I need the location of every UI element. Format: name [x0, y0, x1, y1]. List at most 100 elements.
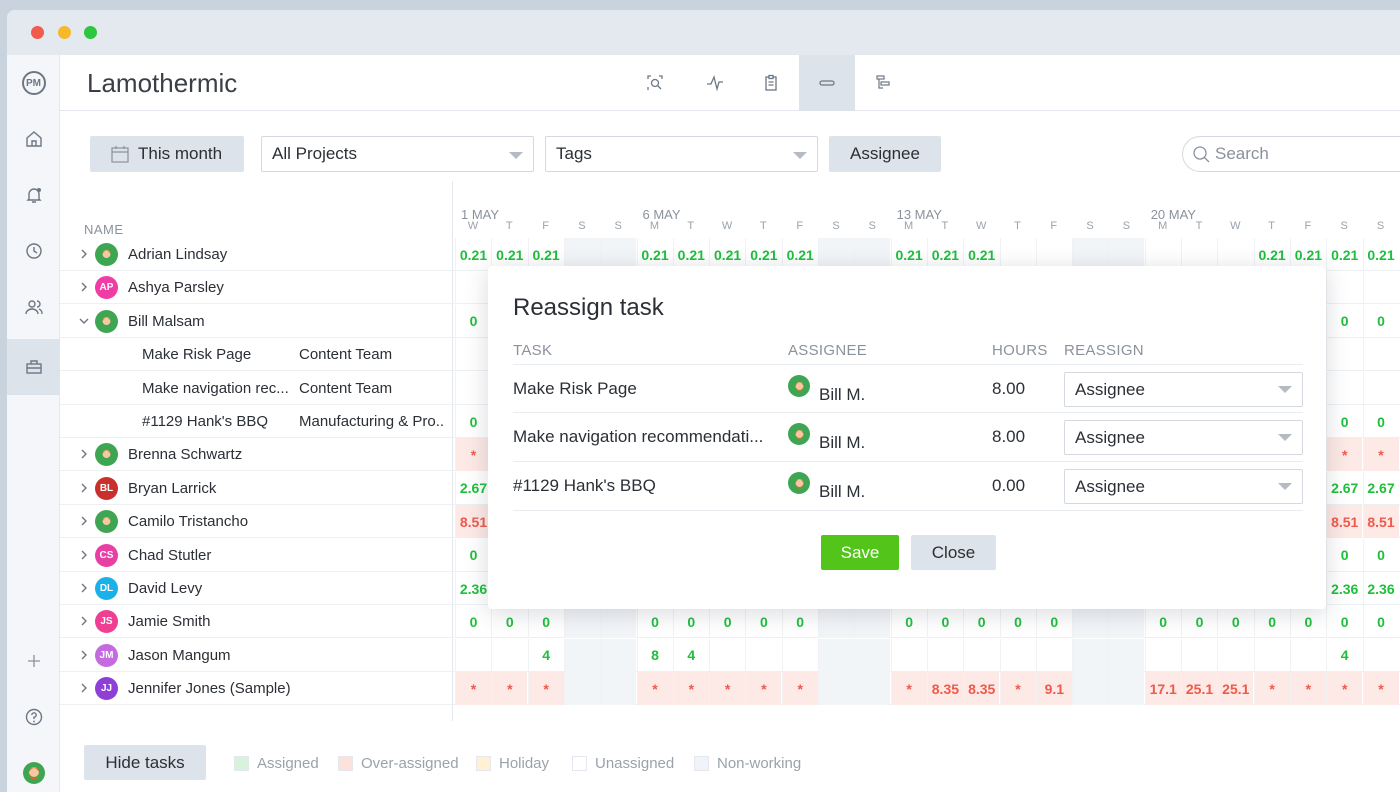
- workload-cell[interactable]: *: [527, 672, 564, 706]
- workload-cell[interactable]: *: [890, 672, 927, 706]
- activity-icon[interactable]: [687, 55, 743, 111]
- workload-cell[interactable]: *: [781, 672, 818, 706]
- workload-cell[interactable]: [1072, 672, 1109, 706]
- workload-cell[interactable]: 0: [455, 405, 491, 438]
- workload-cell[interactable]: 2.67: [1326, 471, 1362, 505]
- workload-cell[interactable]: [926, 638, 963, 672]
- chevron-right-icon[interactable]: [78, 515, 90, 527]
- workload-cell[interactable]: [963, 638, 999, 672]
- workload-cell[interactable]: 2.67: [1362, 471, 1399, 505]
- workload-cell[interactable]: 0: [781, 605, 818, 639]
- pm-logo[interactable]: PM: [7, 55, 60, 111]
- workload-cell[interactable]: 8.35: [926, 672, 963, 706]
- workload-cell[interactable]: 2.36: [1326, 572, 1362, 605]
- chevron-right-icon[interactable]: [78, 615, 90, 627]
- workload-cell[interactable]: 0: [1326, 304, 1362, 338]
- maximize-window-button[interactable]: [84, 26, 97, 39]
- workload-cell[interactable]: [491, 638, 527, 672]
- workload-cell[interactable]: *: [491, 672, 528, 706]
- workload-cell[interactable]: [455, 271, 491, 305]
- workload-cell[interactable]: [455, 338, 491, 372]
- workload-cell[interactable]: 8: [636, 638, 673, 672]
- workload-cell[interactable]: *: [636, 672, 673, 706]
- workload-cell[interactable]: [999, 638, 1036, 672]
- workload-cell[interactable]: *: [455, 672, 491, 706]
- workload-cell[interactable]: 4: [1326, 638, 1362, 672]
- projects-briefcase-icon[interactable]: [7, 339, 60, 395]
- workload-cell[interactable]: 0: [1326, 605, 1362, 639]
- workload-cell[interactable]: [818, 638, 854, 672]
- workload-cell[interactable]: [1362, 371, 1399, 405]
- save-button[interactable]: Save: [821, 535, 899, 570]
- chevron-right-icon[interactable]: [78, 482, 90, 494]
- search-view-icon[interactable]: [627, 55, 683, 111]
- workload-cell[interactable]: [781, 638, 818, 672]
- workload-cell[interactable]: 0: [1253, 605, 1290, 639]
- workload-cell[interactable]: [745, 638, 781, 672]
- workload-icon[interactable]: [799, 55, 855, 111]
- workload-cell[interactable]: [1289, 638, 1326, 672]
- user-row[interactable]: JS Jamie Smith 0 0 0 0 0 0 0 0 0 0 0 0 0 0 0 0 0 0 0 0: [60, 605, 1400, 639]
- workload-cell[interactable]: [1362, 638, 1399, 672]
- workload-cell[interactable]: 8.51: [455, 505, 491, 539]
- workload-cell[interactable]: [890, 638, 927, 672]
- workload-cell[interactable]: *: [1253, 672, 1290, 706]
- workload-cell[interactable]: 25.1: [1181, 672, 1217, 706]
- team-icon[interactable]: [7, 279, 60, 335]
- workload-cell[interactable]: [854, 638, 891, 672]
- workload-cell[interactable]: 9.1: [1035, 672, 1072, 706]
- workload-cell[interactable]: 0: [1144, 605, 1181, 639]
- workload-cell[interactable]: 0: [455, 304, 491, 338]
- workload-cell[interactable]: *: [1326, 672, 1363, 706]
- user-avatar[interactable]: [7, 745, 60, 792]
- workload-cell[interactable]: 0: [1035, 605, 1072, 639]
- workload-cell[interactable]: [854, 605, 891, 639]
- clock-icon[interactable]: [7, 223, 60, 279]
- workload-cell[interactable]: 8.35: [963, 672, 1000, 706]
- workload-cell[interactable]: [1144, 638, 1181, 672]
- workload-cell[interactable]: *: [1289, 672, 1326, 706]
- workload-cell[interactable]: *: [999, 672, 1036, 706]
- workload-cell[interactable]: [1326, 271, 1362, 305]
- reassign-select[interactable]: Assignee: [1064, 420, 1303, 455]
- workload-cell[interactable]: [818, 605, 854, 639]
- workload-cell[interactable]: 0: [999, 605, 1036, 639]
- workload-cell[interactable]: 2.36: [1362, 572, 1399, 605]
- workload-cell[interactable]: [1253, 638, 1290, 672]
- date-range-button[interactable]: This month: [90, 136, 244, 172]
- workload-cell[interactable]: 2.67: [455, 471, 491, 505]
- close-button[interactable]: Close: [911, 535, 996, 570]
- workload-cell[interactable]: 0: [672, 605, 709, 639]
- workload-cell[interactable]: [563, 638, 600, 672]
- workload-cell[interactable]: [1108, 605, 1145, 639]
- workload-cell[interactable]: [1326, 371, 1362, 405]
- workload-cell[interactable]: [709, 638, 745, 672]
- workload-cell[interactable]: 0: [709, 605, 745, 639]
- minimize-window-button[interactable]: [58, 26, 71, 39]
- workload-cell[interactable]: 25.1: [1217, 672, 1254, 706]
- notifications-icon[interactable]: [7, 167, 60, 223]
- workload-cell[interactable]: [600, 605, 637, 639]
- workload-cell[interactable]: 0: [1181, 605, 1217, 639]
- workload-cell[interactable]: 8.51: [1326, 505, 1363, 539]
- workload-cell[interactable]: 0: [890, 605, 927, 639]
- workload-cell[interactable]: [455, 371, 491, 405]
- workload-cell[interactable]: 0.21: [455, 238, 491, 271]
- workload-cell[interactable]: 0: [527, 605, 564, 639]
- workload-cell[interactable]: 0.21: [1362, 238, 1399, 271]
- chevron-right-icon[interactable]: [78, 281, 90, 293]
- workload-cell[interactable]: *: [455, 438, 491, 472]
- chevron-right-icon[interactable]: [78, 682, 90, 694]
- workload-cell[interactable]: *: [1326, 438, 1363, 472]
- workload-cell[interactable]: 0: [491, 605, 527, 639]
- help-icon[interactable]: [7, 689, 60, 745]
- workload-cell[interactable]: [1108, 672, 1145, 706]
- workload-cell[interactable]: 0: [1362, 304, 1399, 338]
- workload-cell[interactable]: [1362, 338, 1399, 372]
- chevron-right-icon[interactable]: [78, 448, 90, 460]
- workload-cell[interactable]: 0: [1217, 605, 1253, 639]
- workload-cell[interactable]: 0: [1326, 538, 1362, 572]
- workload-cell[interactable]: 4: [672, 638, 709, 672]
- workload-cell[interactable]: *: [709, 672, 746, 706]
- workload-cell[interactable]: 0: [455, 538, 491, 572]
